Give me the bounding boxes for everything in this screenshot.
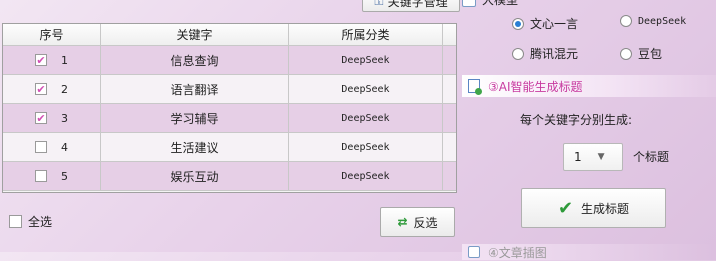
header-keyword[interactable]: 关键字 — [101, 24, 289, 45]
radio-hunyuan-dot[interactable] — [512, 47, 524, 60]
table-row[interactable]: ✔ 1 信息查询 DeepSeek — [3, 46, 456, 75]
model-icon — [462, 0, 476, 7]
radio-hunyuan-label: 腾讯混元 — [530, 47, 579, 61]
row-keyword[interactable]: 语言翻译 — [101, 75, 289, 103]
radio-doubao-label: 豆包 — [638, 47, 663, 61]
select-all-box[interactable] — [9, 215, 22, 228]
document-add-icon — [468, 79, 482, 95]
title-count-select[interactable]: 1 ▼ — [563, 143, 623, 171]
row-index: 3 — [61, 111, 68, 125]
settings-panel: 大模型 文心一言 DeepSeek 腾讯混元 豆包 ③AI智能生成标题 每个关键… — [462, 0, 716, 260]
illustration-section-title: ④文章插图 — [488, 245, 547, 260]
key-icon: ⚿ — [374, 0, 384, 8]
keyword-panel: ⚿ 关键字管理 序号 关键字 所属分类 ✔ 1 信息查询 DeepSeek ✔ 2 语言翻译… — [0, 0, 460, 252]
table-row[interactable]: ✔ 2 语言翻译 DeepSeek — [3, 75, 456, 104]
row-index-cell: 4 — [3, 133, 101, 161]
image-icon — [468, 246, 480, 258]
chevron-down-icon[interactable]: ▼ — [598, 152, 605, 162]
title-count-suffix: 个标题 — [633, 150, 670, 164]
radio-wenxin-dot[interactable] — [512, 17, 524, 30]
ai-title-section-header: ③AI智能生成标题 — [462, 75, 716, 97]
radio-hunyuan[interactable]: 腾讯混元 — [512, 45, 578, 62]
table-row[interactable]: ✔ 3 学习辅导 DeepSeek — [3, 104, 456, 133]
row-category[interactable]: DeepSeek — [289, 46, 443, 74]
invert-arrows-icon: ⇄ — [397, 215, 408, 229]
generate-titles-label: 生成标题 — [581, 201, 630, 216]
keyword-manage-label: 关键字管理 — [387, 0, 448, 9]
row-keyword[interactable]: 信息查询 — [101, 46, 289, 74]
row-filler — [443, 133, 456, 161]
row-filler — [443, 75, 456, 103]
table-row[interactable]: 4 生活建议 DeepSeek — [3, 133, 456, 162]
keyword-manage-button[interactable]: ⚿ 关键字管理 — [362, 0, 460, 12]
radio-deepseek-dot[interactable] — [620, 15, 632, 27]
row-category[interactable]: DeepSeek — [289, 162, 443, 190]
table-header-row: 序号 关键字 所属分类 — [3, 24, 456, 46]
row-category[interactable]: DeepSeek — [289, 75, 443, 103]
row-category[interactable]: DeepSeek — [289, 104, 443, 132]
row-checkbox[interactable]: ✔ — [35, 54, 47, 66]
select-all-label: 全选 — [28, 215, 53, 229]
row-index: 1 — [61, 53, 68, 67]
header-category[interactable]: 所属分类 — [289, 24, 443, 45]
radio-wenxin-label: 文心一言 — [530, 17, 579, 31]
row-index-cell: ✔ 1 — [3, 46, 101, 74]
row-checkbox[interactable]: ✔ — [35, 112, 47, 124]
row-keyword[interactable]: 学习辅导 — [101, 104, 289, 132]
invert-selection-button[interactable]: ⇄ 反选 — [380, 207, 455, 237]
row-filler — [443, 46, 456, 74]
row-category[interactable]: DeepSeek — [289, 133, 443, 161]
generate-titles-button[interactable]: ✔ 生成标题 — [521, 188, 666, 228]
row-index-cell: 5 — [3, 162, 101, 190]
header-filler — [443, 24, 456, 45]
radio-wenxin[interactable]: 文心一言 — [512, 15, 578, 32]
row-checkbox[interactable] — [35, 141, 47, 153]
row-keyword[interactable]: 生活建议 — [101, 133, 289, 161]
checkmark-icon: ✔ — [557, 197, 574, 219]
keyword-table[interactable]: 序号 关键字 所属分类 ✔ 1 信息查询 DeepSeek ✔ 2 语言翻译 DeepSeek… — [2, 23, 457, 193]
row-checkbox[interactable]: ✔ — [35, 83, 47, 95]
row-index-cell: ✔ 2 — [3, 75, 101, 103]
model-section-header: 大模型 — [462, 0, 518, 8]
radio-doubao[interactable]: 豆包 — [620, 45, 662, 62]
row-index: 2 — [61, 82, 68, 96]
radio-deepseek[interactable]: DeepSeek — [620, 15, 686, 27]
invert-label: 反选 — [413, 215, 438, 230]
illustration-section-header: ④文章插图 — [462, 244, 716, 260]
model-label: 大模型 — [482, 0, 519, 7]
row-keyword[interactable]: 娱乐互动 — [101, 162, 289, 190]
row-index: 4 — [61, 140, 68, 154]
radio-doubao-dot[interactable] — [620, 47, 632, 60]
header-index[interactable]: 序号 — [3, 24, 101, 45]
ai-section-title: ③AI智能生成标题 — [488, 79, 583, 94]
title-count-value: 1 — [574, 150, 582, 164]
row-filler — [443, 104, 456, 132]
radio-deepseek-label: DeepSeek — [638, 15, 687, 27]
row-checkbox[interactable] — [35, 170, 47, 182]
select-all-checkbox[interactable]: 全选 — [9, 213, 52, 230]
per-keyword-label: 每个关键字分别生成: — [520, 113, 633, 127]
table-row[interactable]: 5 娱乐互动 DeepSeek — [3, 162, 456, 191]
row-filler — [443, 162, 456, 190]
row-index: 5 — [61, 169, 68, 183]
row-index-cell: ✔ 3 — [3, 104, 101, 132]
